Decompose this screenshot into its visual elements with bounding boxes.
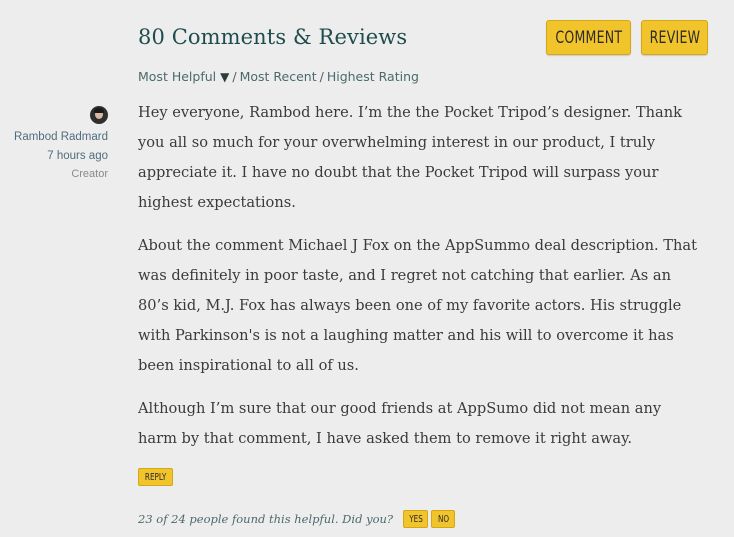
reply-button-label: REPLY bbox=[144, 471, 167, 483]
comment-button-label: COMMENT bbox=[555, 27, 622, 48]
author-role-badge: Creator bbox=[71, 168, 108, 180]
sort-separator: / bbox=[232, 69, 237, 84]
sort-highest-rating[interactable]: Highest Rating bbox=[327, 69, 419, 84]
helpful-no-button[interactable]: NO bbox=[431, 510, 456, 528]
helpful-count-text: 23 of 24 people found this helpful. Did … bbox=[138, 512, 394, 526]
triangle-down-icon[interactable]: ▼ bbox=[220, 70, 229, 84]
comment-timestamp: 7 hours ago bbox=[47, 150, 108, 162]
sort-most-recent[interactable]: Most Recent bbox=[240, 69, 317, 84]
avatar[interactable] bbox=[90, 106, 108, 124]
sort-most-helpful[interactable]: Most Helpful bbox=[138, 69, 216, 84]
comment-button[interactable]: COMMENT bbox=[546, 20, 631, 55]
comments-heading: 80 Comments & Reviews bbox=[138, 25, 408, 49]
sort-bar: Most Helpful ▼ / Most Recent / Highest R… bbox=[138, 69, 419, 84]
author-name[interactable]: Rambod Radmard bbox=[14, 131, 108, 143]
no-label: NO bbox=[437, 513, 449, 525]
review-button[interactable]: REVIEW bbox=[641, 20, 708, 55]
reply-button[interactable]: REPLY bbox=[138, 468, 173, 486]
helpful-row: 23 of 24 people found this helpful. Did … bbox=[138, 510, 456, 528]
review-button-label: REVIEW bbox=[649, 27, 700, 48]
comment-paragraph: About the comment Michael J Fox on the A… bbox=[138, 237, 697, 374]
sort-separator: / bbox=[319, 69, 324, 84]
comment-paragraph: Hey everyone, Rambod here. I’m the the P… bbox=[138, 104, 682, 211]
comment-paragraph: Although I’m sure that our good friends … bbox=[138, 400, 662, 447]
avatar-hair bbox=[94, 108, 104, 113]
comment-body: Hey everyone, Rambod here. I’m the the P… bbox=[138, 98, 698, 467]
helpful-yes-button[interactable]: YES bbox=[403, 510, 429, 528]
yes-label: YES bbox=[408, 513, 423, 525]
